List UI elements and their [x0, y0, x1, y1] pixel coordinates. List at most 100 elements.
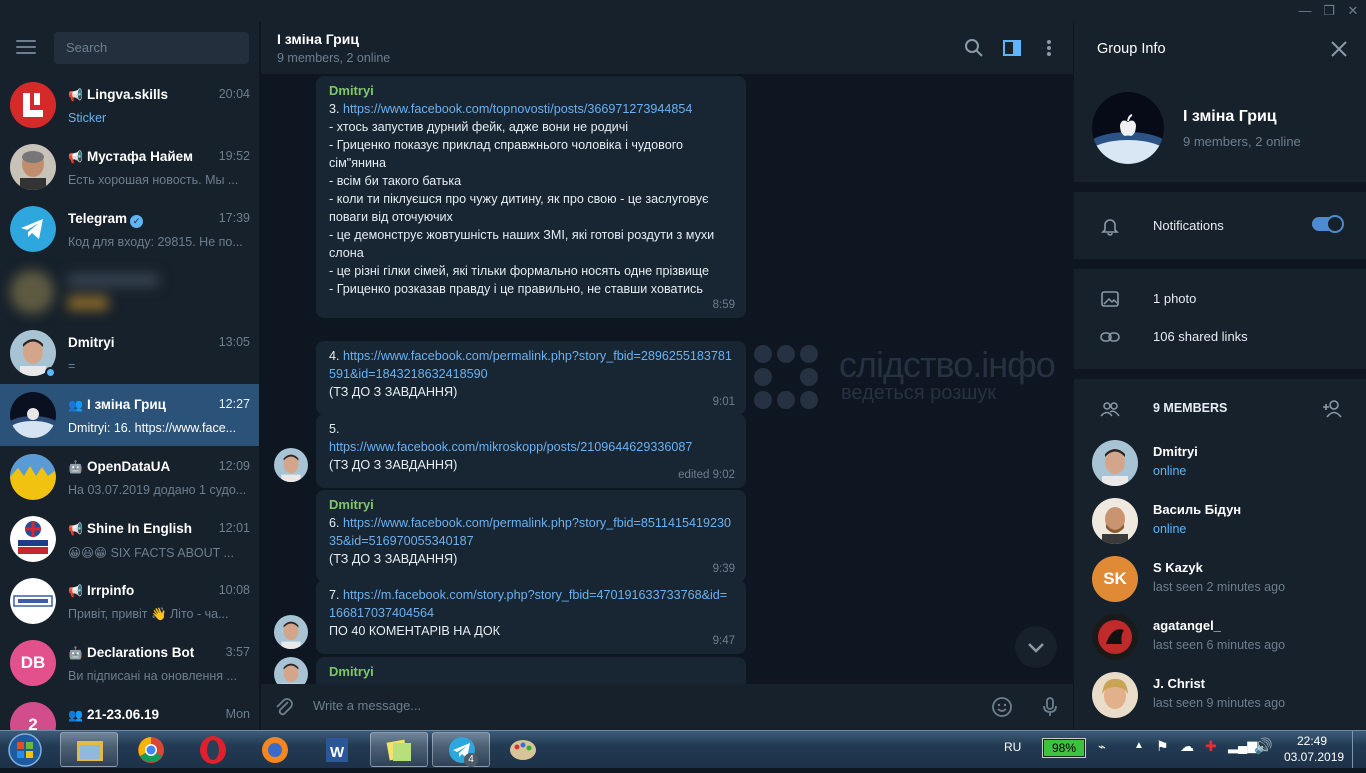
- chat-time: 13:05: [219, 335, 250, 349]
- power-plug-icon[interactable]: ⌁: [1098, 739, 1106, 755]
- cloud-icon[interactable]: ☁: [1180, 738, 1194, 755]
- emoji-icon[interactable]: [991, 696, 1013, 718]
- start-button[interactable]: [4, 732, 46, 768]
- member-item[interactable]: SK S Kazyk last seen 2 minutes ago: [1074, 552, 1366, 610]
- message-time: 8:59: [713, 296, 735, 314]
- members-header: 9 MEMBERS: [1153, 401, 1227, 415]
- message-number: 7.: [329, 588, 340, 602]
- message-bubble[interactable]: Dmitryi 3. https://www.facebook.com/topn…: [316, 76, 746, 318]
- taskbar-paint[interactable]: [494, 732, 552, 767]
- chat-preview: На 03.07.2019 додано 1 судо...: [68, 483, 250, 497]
- chat-item-opendataua[interactable]: 🤖OpenDataUA 12:09 На 03.07.2019 додано 1…: [0, 446, 260, 508]
- taskbar-notes[interactable]: [370, 732, 428, 767]
- sidebar-toggle-icon[interactable]: [1002, 38, 1022, 58]
- member-item[interactable]: J. Christ last seen 9 minutes ago: [1074, 668, 1366, 726]
- message-bubble[interactable]: Dmitryi 6. https://www.facebook.com/perm…: [316, 490, 746, 582]
- add-member-icon[interactable]: [1322, 399, 1344, 419]
- antivirus-icon[interactable]: ✚: [1205, 738, 1217, 755]
- member-status: online: [1153, 522, 1186, 536]
- chat-item-blurred[interactable]: [0, 260, 260, 322]
- member-status: last seen 2 minutes ago: [1153, 580, 1285, 594]
- chat-time: 19:52: [219, 149, 250, 163]
- taskbar-telegram[interactable]: 4: [432, 732, 490, 767]
- watermark-subtitle: ведеться розшук: [841, 382, 996, 405]
- message-sender[interactable]: Dmitryi: [329, 663, 734, 681]
- member-status: online: [1153, 464, 1186, 478]
- signal-icon[interactable]: ▂▄▆: [1228, 738, 1257, 754]
- member-status: last seen 6 minutes ago: [1153, 638, 1285, 652]
- maximize-icon[interactable]: ❐: [1318, 2, 1340, 20]
- photos-row[interactable]: 1 photo: [1074, 280, 1366, 318]
- flag-icon[interactable]: ⚑: [1156, 738, 1169, 755]
- chat-item-shine-in-english[interactable]: 📢Shine In English 12:01 😀😃😁 SIX FACTS AB…: [0, 508, 260, 570]
- avatar[interactable]: [274, 657, 308, 684]
- member-name: S Kazyk: [1153, 560, 1203, 575]
- avatar[interactable]: [274, 448, 308, 482]
- clock-time[interactable]: 22:49: [1297, 734, 1327, 748]
- chat-item-izmina-gryts[interactable]: 👥І зміна Гриц 12:27 Dmitryi: 16. https:/…: [0, 384, 260, 446]
- message-bubble[interactable]: Dmitryi: [316, 657, 746, 684]
- chat-header: І зміна Гриц 9 members, 2 online: [261, 22, 1073, 74]
- chat-item-dmitryi[interactable]: Dmitryi 13:05 =: [0, 322, 260, 384]
- scroll-down-button[interactable]: [1015, 626, 1057, 668]
- search-input[interactable]: Search: [54, 32, 249, 64]
- show-desktop-button[interactable]: [1352, 731, 1366, 768]
- avatar: DB: [10, 640, 56, 686]
- chat-name: Lingva.skills: [87, 87, 168, 102]
- shared-links-row[interactable]: 106 shared links: [1074, 318, 1366, 356]
- volume-icon[interactable]: 🔊: [1254, 737, 1273, 755]
- taskbar-opera[interactable]: [184, 732, 242, 767]
- notifications-toggle[interactable]: [1312, 217, 1342, 231]
- megaphone-icon: 📢: [68, 150, 83, 164]
- message-sender[interactable]: Dmitryi: [329, 496, 734, 514]
- taskbar-firefox[interactable]: [246, 732, 304, 767]
- message-bubble[interactable]: 4. https://www.facebook.com/permalink.ph…: [316, 341, 746, 415]
- chat-item-telegram[interactable]: Telegram✓ 17:39 Код для входу: 29815. Не…: [0, 198, 260, 260]
- group-avatar[interactable]: [1092, 92, 1164, 164]
- member-item[interactable]: Василь Бідун online: [1074, 494, 1366, 552]
- avatar: [10, 578, 56, 624]
- avatar[interactable]: [274, 615, 308, 649]
- chat-item-21-23-06-19[interactable]: 2 👥21-23.06.19 Mon: [0, 694, 260, 730]
- chat-item-irrpinfo[interactable]: 📢Irrpinfo 10:08 Привіт, привіт 👋 Літо - …: [0, 570, 260, 632]
- notifications-label: Notifications: [1153, 218, 1224, 233]
- taskbar-explorer[interactable]: [60, 732, 118, 767]
- chat-item-mustafa[interactable]: 📢Мустафа Найем 19:52 Есть хорошая новост…: [0, 136, 260, 198]
- message-link[interactable]: https://m.facebook.com/story.php?story_f…: [329, 588, 727, 620]
- close-window-icon[interactable]: ✕: [1342, 2, 1364, 20]
- more-options-icon[interactable]: [1039, 38, 1059, 58]
- chat-panel: І зміна Гриц 9 members, 2 online Dmitryi…: [261, 22, 1073, 730]
- message-number: 3.: [329, 102, 340, 116]
- message-link[interactable]: https://www.facebook.com/permalink.php?s…: [329, 516, 731, 548]
- message-sender[interactable]: Dmitryi: [329, 82, 734, 100]
- message-time: 9:39: [713, 560, 735, 578]
- language-indicator[interactable]: RU: [1004, 740, 1021, 754]
- taskbar-word[interactable]: W: [308, 732, 366, 767]
- message-bubble[interactable]: 5. https://www.facebook.com/mikroskopp/p…: [316, 414, 746, 488]
- message-line: (ТЗ ДО З ЗАВДАННЯ): [329, 550, 734, 568]
- minimize-icon[interactable]: —: [1294, 2, 1316, 20]
- message-link[interactable]: https://www.facebook.com/mikroskopp/post…: [329, 440, 692, 454]
- message-number: 4.: [329, 349, 340, 363]
- photo-icon: [1100, 289, 1120, 309]
- message-link[interactable]: https://www.facebook.com/permalink.php?s…: [329, 349, 732, 381]
- message-input[interactable]: Write a message...: [313, 698, 421, 713]
- avatar: [10, 454, 56, 500]
- member-item[interactable]: agatangel_ last seen 6 minutes ago: [1074, 610, 1366, 668]
- member-item[interactable]: Dmitryi online: [1074, 436, 1366, 494]
- microphone-icon[interactable]: [1039, 696, 1061, 718]
- battery-indicator[interactable]: 98%: [1042, 738, 1086, 758]
- chat-title[interactable]: І зміна Гриц: [277, 31, 359, 47]
- close-icon[interactable]: [1330, 40, 1348, 58]
- taskbar-chrome[interactable]: [122, 732, 180, 767]
- search-icon[interactable]: [964, 38, 984, 58]
- show-hidden-icons[interactable]: ▲: [1134, 740, 1144, 751]
- clock-date[interactable]: 03.07.2019: [1284, 750, 1344, 764]
- message-bubble[interactable]: 7. https://m.facebook.com/story.php?stor…: [316, 580, 746, 654]
- message-link[interactable]: https://www.facebook.com/topnovosti/post…: [343, 102, 692, 116]
- hamburger-menu-icon[interactable]: [16, 40, 36, 56]
- chat-item-lingva-skills[interactable]: 📢Lingva.skills 20:04 Sticker: [0, 74, 260, 136]
- bot-icon: 🤖: [68, 646, 83, 660]
- paperclip-icon[interactable]: [273, 696, 295, 718]
- chat-item-declarations-bot[interactable]: DB 🤖Declarations Bot 3:57 Ви підписані н…: [0, 632, 260, 694]
